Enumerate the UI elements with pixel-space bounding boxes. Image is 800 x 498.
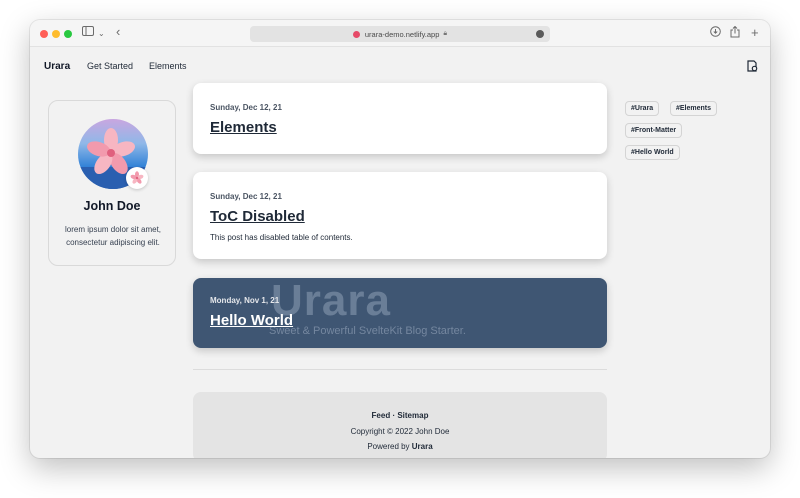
profile-card: John Doe lorem ipsum dolor sit amet, con…	[48, 100, 176, 266]
tag-front-matter[interactable]: #Front-Matter	[625, 123, 683, 138]
close-window-button[interactable]	[40, 30, 48, 38]
post-title[interactable]: Hello World	[210, 312, 293, 329]
lock-icon: 🔒︎	[443, 30, 448, 37]
site-favicon-icon	[352, 30, 360, 38]
back-icon[interactable]: ‹	[116, 24, 120, 39]
site-nav: Urara Get Started Elements	[30, 47, 770, 85]
chevron-down-icon[interactable]: ⌄	[98, 26, 105, 41]
post-card-hello-world[interactable]: Urara Sweet & Powerful SvelteKit Blog St…	[193, 278, 607, 348]
nav-elements[interactable]: Elements	[149, 61, 187, 71]
post-date: Monday, Nov 1, 21	[210, 296, 280, 305]
sidebar-toggle-icon[interactable]	[82, 26, 94, 41]
post-description: This post has disabled table of contents…	[210, 233, 353, 242]
footer-copyright: Copyright © 2022 John Doe	[350, 427, 450, 436]
cover-subtitle: Sweet & Powerful SvelteKit Blog Starter.	[269, 325, 466, 337]
sakura-badge-icon	[126, 167, 148, 189]
post-title[interactable]: ToC Disabled	[210, 208, 305, 225]
divider	[193, 369, 607, 370]
maximize-window-button[interactable]	[64, 30, 72, 38]
tag-urara[interactable]: #Urara	[625, 101, 660, 116]
site-brand[interactable]: Urara	[44, 61, 70, 72]
post-card-toc-disabled[interactable]: Sunday, Dec 12, 21 ToC Disabled This pos…	[193, 172, 607, 259]
address-url: urara-demo.netlify.app	[364, 29, 440, 39]
post-title[interactable]: Elements	[210, 119, 277, 136]
post-date: Sunday, Dec 12, 21	[210, 192, 282, 201]
new-tab-icon[interactable]: +	[751, 25, 759, 40]
minimize-window-button[interactable]	[52, 30, 60, 38]
address-bar[interactable]: urara-demo.netlify.app 🔒︎	[250, 26, 550, 42]
share-icon[interactable]	[730, 25, 740, 41]
profile-bio: lorem ipsum dolor sit amet, consectetur …	[64, 225, 162, 247]
site-footer: Feed · Sitemap Copyright © 2022 John Doe…	[193, 392, 607, 458]
browser-toolbar: ⌄ ‹ urara-demo.netlify.app 🔒︎ +	[30, 20, 770, 47]
theme-toggle-icon[interactable]	[746, 59, 758, 72]
footer-powered: Powered by Urara	[193, 442, 607, 451]
powered-link[interactable]: Urara	[412, 442, 433, 451]
powered-prefix: Powered by	[367, 442, 412, 451]
download-icon[interactable]	[710, 26, 721, 41]
post-date: Sunday, Dec 12, 21	[210, 103, 282, 112]
nav-get-started[interactable]: Get Started	[87, 61, 133, 71]
browser-window: ⌄ ‹ urara-demo.netlify.app 🔒︎ + Urara Ge…	[30, 20, 770, 458]
reader-icon[interactable]	[536, 30, 544, 38]
post-card-elements[interactable]: Sunday, Dec 12, 21 Elements	[193, 83, 607, 154]
profile-name: John Doe	[83, 199, 141, 213]
tag-hello-world[interactable]: #Hello World	[625, 145, 680, 160]
footer-links[interactable]: Feed · Sitemap	[193, 411, 607, 420]
tag-elements[interactable]: #Elements	[670, 101, 718, 116]
